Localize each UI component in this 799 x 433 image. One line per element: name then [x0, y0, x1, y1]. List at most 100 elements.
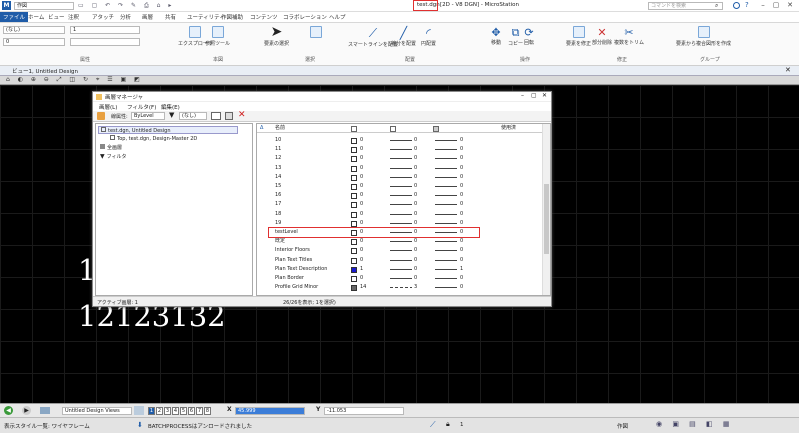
- view-page-button[interactable]: 8: [204, 407, 211, 415]
- view-page-button[interactable]: 3: [164, 407, 171, 415]
- create-complex-button[interactable]: 要素から複合図形を作成: [676, 26, 731, 47]
- tab-file[interactable]: ファイル: [0, 12, 29, 22]
- view-tools-icons[interactable]: ⌂ ◐ ⊕ ⊖ ⤢ ◫ ↻ ⌖ ☰ ▣ ◩: [6, 76, 143, 84]
- filter-combo[interactable]: (なし): [179, 112, 207, 120]
- level-color-swatch[interactable]: [351, 248, 357, 255]
- tab-content[interactable]: コンテンツ: [250, 13, 278, 21]
- color-combo[interactable]: 0: [3, 38, 65, 46]
- level-list-scrollbar[interactable]: [542, 124, 550, 295]
- level-color-swatch[interactable]: [351, 174, 357, 181]
- style-combo[interactable]: [70, 38, 140, 46]
- modify-element-button[interactable]: 要素を修正: [566, 26, 591, 47]
- level-color-swatch[interactable]: [351, 184, 357, 190]
- tab-layers[interactable]: 画層: [142, 13, 153, 21]
- trim-multiple-button[interactable]: ✂ 複数をトリム: [614, 26, 644, 46]
- level-color-swatch[interactable]: [351, 193, 357, 200]
- level-display-icon[interactable]: [97, 112, 105, 120]
- level-row[interactable]: 12 0 0 0: [257, 154, 537, 163]
- tab-view[interactable]: ビュー: [48, 13, 65, 21]
- level-row[interactable]: 17 0 0 0: [257, 200, 537, 209]
- snap-icon[interactable]: ⟋: [430, 420, 436, 430]
- level-color-swatch[interactable]: [351, 266, 357, 273]
- level-row[interactable]: 14 0 0 0: [257, 173, 537, 182]
- tree-item-file[interactable]: test.dgn, Untitled Design: [98, 126, 238, 134]
- column-color-icon[interactable]: [351, 126, 357, 132]
- ref-tools-button[interactable]: 参照ツール: [205, 26, 230, 47]
- circle-button[interactable]: ◜ 円配置: [421, 26, 436, 47]
- view-page-button[interactable]: 6: [188, 407, 195, 415]
- tab-collaboration[interactable]: コラボレーション: [283, 13, 327, 21]
- tree-item-model[interactable]: Top, test.dgn, Design-Master 2D: [110, 135, 197, 142]
- tree-item-filters[interactable]: ▼ フィルタ: [100, 153, 127, 160]
- dialog-maximize-icon[interactable]: ▢: [531, 92, 537, 99]
- maximize-icon[interactable]: ▢: [771, 1, 781, 10]
- tab-share[interactable]: 共有: [165, 13, 176, 21]
- filter-icon[interactable]: ▼: [169, 111, 174, 119]
- workflow-status[interactable]: 作図: [617, 422, 628, 430]
- tab-drawing-aids[interactable]: 作図補助: [221, 13, 243, 21]
- menu-edit[interactable]: 編集(E): [161, 103, 180, 111]
- tab-utilities[interactable]: ユーティリティ: [187, 13, 225, 21]
- tree-item-all-levels[interactable]: 全画層: [100, 144, 122, 151]
- level-color-swatch[interactable]: [351, 257, 357, 264]
- select-element-button[interactable]: ➤ 要素の選択: [264, 24, 289, 47]
- view-close-icon[interactable]: ✕: [785, 66, 791, 74]
- level-row[interactable]: 10 0 0 0: [257, 136, 537, 145]
- level-color-swatch[interactable]: [351, 220, 357, 227]
- dialog-close-icon[interactable]: ✕: [542, 92, 547, 99]
- level-combo[interactable]: (なし): [3, 26, 65, 34]
- level-row[interactable]: Plan Text Titles 0 0 0: [257, 256, 537, 265]
- level-color-swatch[interactable]: [351, 202, 357, 209]
- tab-home[interactable]: ホーム: [28, 13, 44, 21]
- column-used[interactable]: 使用済: [501, 124, 516, 133]
- level-row[interactable]: Plan Text Description 1 0 1: [257, 265, 537, 274]
- view-page-button[interactable]: 4: [172, 407, 179, 415]
- column-style-icon[interactable]: [390, 126, 396, 132]
- level-row[interactable]: 15 0 0 0: [257, 182, 537, 191]
- copy-button[interactable]: ⧉ コピー: [508, 26, 523, 47]
- level-color-swatch[interactable]: [351, 156, 357, 163]
- menu-filter[interactable]: フィルタ(F): [127, 103, 156, 111]
- rotate-button[interactable]: ⟳ 回転: [524, 26, 534, 46]
- fence-button[interactable]: [310, 26, 322, 40]
- search-icon[interactable]: ⌕: [715, 2, 718, 10]
- level-row[interactable]: 既定 0 0 0: [257, 237, 537, 246]
- help-icon[interactable]: ?: [745, 1, 749, 9]
- weight-combo[interactable]: 1: [70, 26, 140, 34]
- forward-icon[interactable]: ▶: [22, 406, 31, 415]
- command-search-input[interactable]: コマンドを検索: [648, 2, 723, 10]
- workflow-combo[interactable]: 作図: [14, 2, 74, 10]
- level-row[interactable]: Plan Border 0 0 0: [257, 274, 537, 283]
- level-row[interactable]: Interior Floors 0 0 0: [257, 246, 537, 255]
- status-tools-icons[interactable]: ◉ ▣ ▤ ◧ ▦: [656, 420, 733, 428]
- level-color-swatch[interactable]: [351, 211, 357, 218]
- level-row[interactable]: 18 0 0 0: [257, 210, 537, 219]
- level-row[interactable]: Profile Grid Minor 14 3 0: [257, 283, 537, 292]
- level-color-swatch[interactable]: [351, 147, 357, 154]
- view-page-button[interactable]: 2: [156, 407, 163, 415]
- app-logo[interactable]: M: [2, 1, 11, 10]
- tab-analyze[interactable]: 分析: [120, 13, 131, 21]
- level-color-swatch[interactable]: [351, 285, 357, 292]
- folder-icon[interactable]: [40, 407, 50, 414]
- design-views-combo[interactable]: Untitled Design Views: [62, 407, 132, 415]
- user-icon[interactable]: [733, 2, 740, 9]
- x-coordinate-input[interactable]: 45.999: [235, 407, 305, 415]
- view-page-button[interactable]: 5: [180, 407, 187, 415]
- line-button[interactable]: ╱ 線分を配置: [391, 26, 416, 47]
- view-page-button[interactable]: 7: [196, 407, 203, 415]
- close-icon[interactable]: ✕: [785, 1, 795, 10]
- column-name[interactable]: 名前: [275, 124, 285, 133]
- level-color-swatch[interactable]: [351, 165, 357, 172]
- bylevel-combo[interactable]: ByLevel: [131, 112, 165, 120]
- column-weight-icon[interactable]: [433, 126, 439, 132]
- level-row[interactable]: 11 0 0 0: [257, 145, 537, 154]
- partial-delete-button[interactable]: ✕ 部分削除: [592, 26, 612, 46]
- view-page-button[interactable]: 1: [148, 407, 155, 415]
- tab-attach[interactable]: アタッチ: [92, 13, 114, 21]
- tab-annotate[interactable]: 注釈: [68, 13, 79, 21]
- y-coordinate-input[interactable]: -11.053: [324, 407, 404, 415]
- level-row[interactable]: 16 0 0 0: [257, 191, 537, 200]
- menu-level[interactable]: 画層(L): [99, 103, 117, 111]
- scroll-thumb[interactable]: [544, 184, 549, 254]
